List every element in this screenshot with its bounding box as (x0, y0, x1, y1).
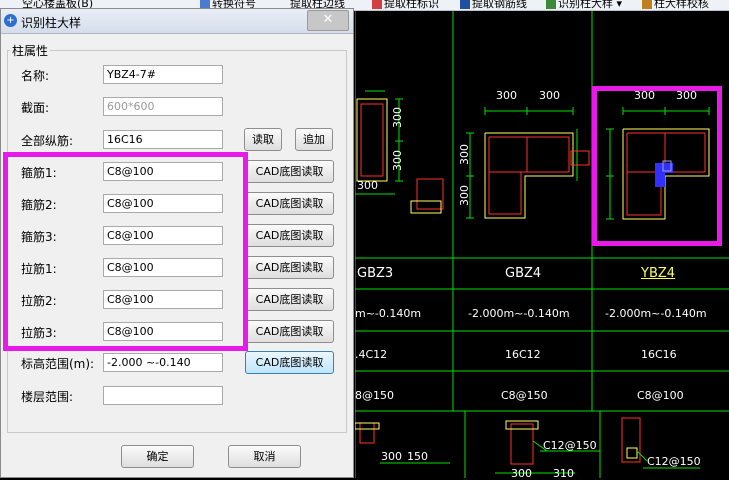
rebar-icon (460, 0, 470, 9)
stirrup-gbz3: 8@150 (355, 389, 394, 402)
app-icon: + (4, 14, 17, 27)
ybz4-highlight-box (592, 86, 722, 246)
dim-300: 300 (357, 179, 378, 192)
group-title: 柱属性 (10, 42, 51, 59)
all-long-bars-field[interactable]: 16C16 (103, 130, 223, 149)
dim-300: 300 (539, 89, 560, 102)
dim-300-vertical: 300 (391, 107, 404, 128)
floor-range-field[interactable] (103, 386, 223, 405)
toolbar-item-extract-rebar-line[interactable]: 提取钢筋线 (460, 0, 527, 10)
cad-drawing-area[interactable]: 300 300 300 300 300 300 300 300 300 GBZ3… (355, 11, 729, 480)
elevation-cad-read-button[interactable]: CAD底图读取 (245, 351, 334, 374)
elevation-gbz3: m~-0.140m (355, 307, 422, 320)
long-bars-gbz4: 16C12 (505, 348, 541, 361)
toolbar-item-label: 提取钢筋线 (472, 0, 527, 10)
stirrup-fields-highlight-box (3, 152, 248, 351)
toolbar-item-column-detail-check[interactable]: 柱大样校核 (642, 0, 709, 10)
close-button[interactable]: ✕ (307, 10, 349, 31)
cancel-button[interactable]: 取消 (228, 445, 301, 468)
toolbar-item-label: 识别柱大样 ▾ (558, 0, 623, 10)
elevation-field[interactable]: -2.000 ~-0.140 (103, 353, 223, 372)
identify-column-detail-dialog: + 识别柱大样 ✕ 柱属性 名称: YBZ4-7# 截面: 600*600 全部… (0, 8, 354, 478)
name-label: 名称: (21, 69, 50, 83)
name-field[interactable]: YBZ4-7# (103, 65, 223, 84)
tie3-cad-read-button[interactable]: CAD底图读取 (245, 320, 334, 343)
identify-icon (546, 0, 556, 9)
mark-icon (372, 0, 382, 9)
elevation-label: 标高范围(m): (21, 357, 95, 371)
column-name-ybz4: YBZ4 (641, 266, 676, 281)
section-field[interactable]: 600*600 (103, 97, 223, 116)
tie1-cad-read-button[interactable]: CAD底图读取 (245, 256, 334, 279)
annotation-c12: C12@150 (647, 455, 701, 468)
ok-button[interactable]: 确定 (121, 445, 194, 468)
section-label: 截面: (21, 101, 50, 115)
toolbar-item-label: 柱大样校核 (654, 0, 709, 10)
tie2-cad-read-button[interactable]: CAD底图读取 (245, 288, 334, 311)
stirrup-gbz4: C8@150 (501, 389, 548, 402)
all-long-bars-label: 全部纵筋: (21, 134, 74, 148)
toolbar-item-identify-column-detail[interactable]: 识别柱大样 ▾ (546, 0, 623, 10)
elevation-ybz4: -2.000m~-0.140m (605, 307, 707, 320)
stirrup1-cad-read-button[interactable]: CAD底图读取 (245, 160, 334, 183)
dim-300: 300 (381, 450, 402, 463)
dim-300: 300 (496, 89, 517, 102)
read-button[interactable]: 读取 (244, 128, 282, 151)
floor-range-label: 楼层范围: (21, 390, 74, 404)
dim-150: 150 (407, 450, 428, 463)
long-bars-ybz4: 16C16 (641, 348, 677, 361)
stirrup-ybz4: C8@100 (637, 389, 684, 402)
stirrup2-cad-read-button[interactable]: CAD底图读取 (245, 192, 334, 215)
append-button[interactable]: 追加 (295, 128, 333, 151)
dim-300-vertical: 300 (458, 144, 471, 165)
elevation-gbz4: -2.000m~-0.140m (468, 307, 570, 320)
dialog-titlebar[interactable]: + 识别柱大样 ✕ (1, 9, 353, 34)
dim-300-vertical: 300 (391, 150, 404, 171)
toolbar-item-extract-column-mark[interactable]: 提取柱标识 (372, 0, 439, 10)
toolbar-item-label: 提取柱标识 (384, 0, 439, 10)
column-detail-gbz4 (466, 107, 590, 219)
dim-310: 310 (553, 467, 574, 480)
check-icon (642, 0, 652, 9)
column-name-gbz3: GBZ3 (357, 266, 394, 281)
stirrup3-cad-read-button[interactable]: CAD底图读取 (245, 224, 334, 247)
annotation-c12: C12@150 (543, 439, 597, 452)
long-bars-gbz3: .4C12 (355, 348, 388, 361)
dim-300: 300 (511, 467, 532, 480)
dim-300-vertical: 300 (458, 185, 471, 206)
column-name-gbz4: GBZ4 (505, 266, 542, 281)
dialog-title: 识别柱大样 (21, 16, 82, 30)
